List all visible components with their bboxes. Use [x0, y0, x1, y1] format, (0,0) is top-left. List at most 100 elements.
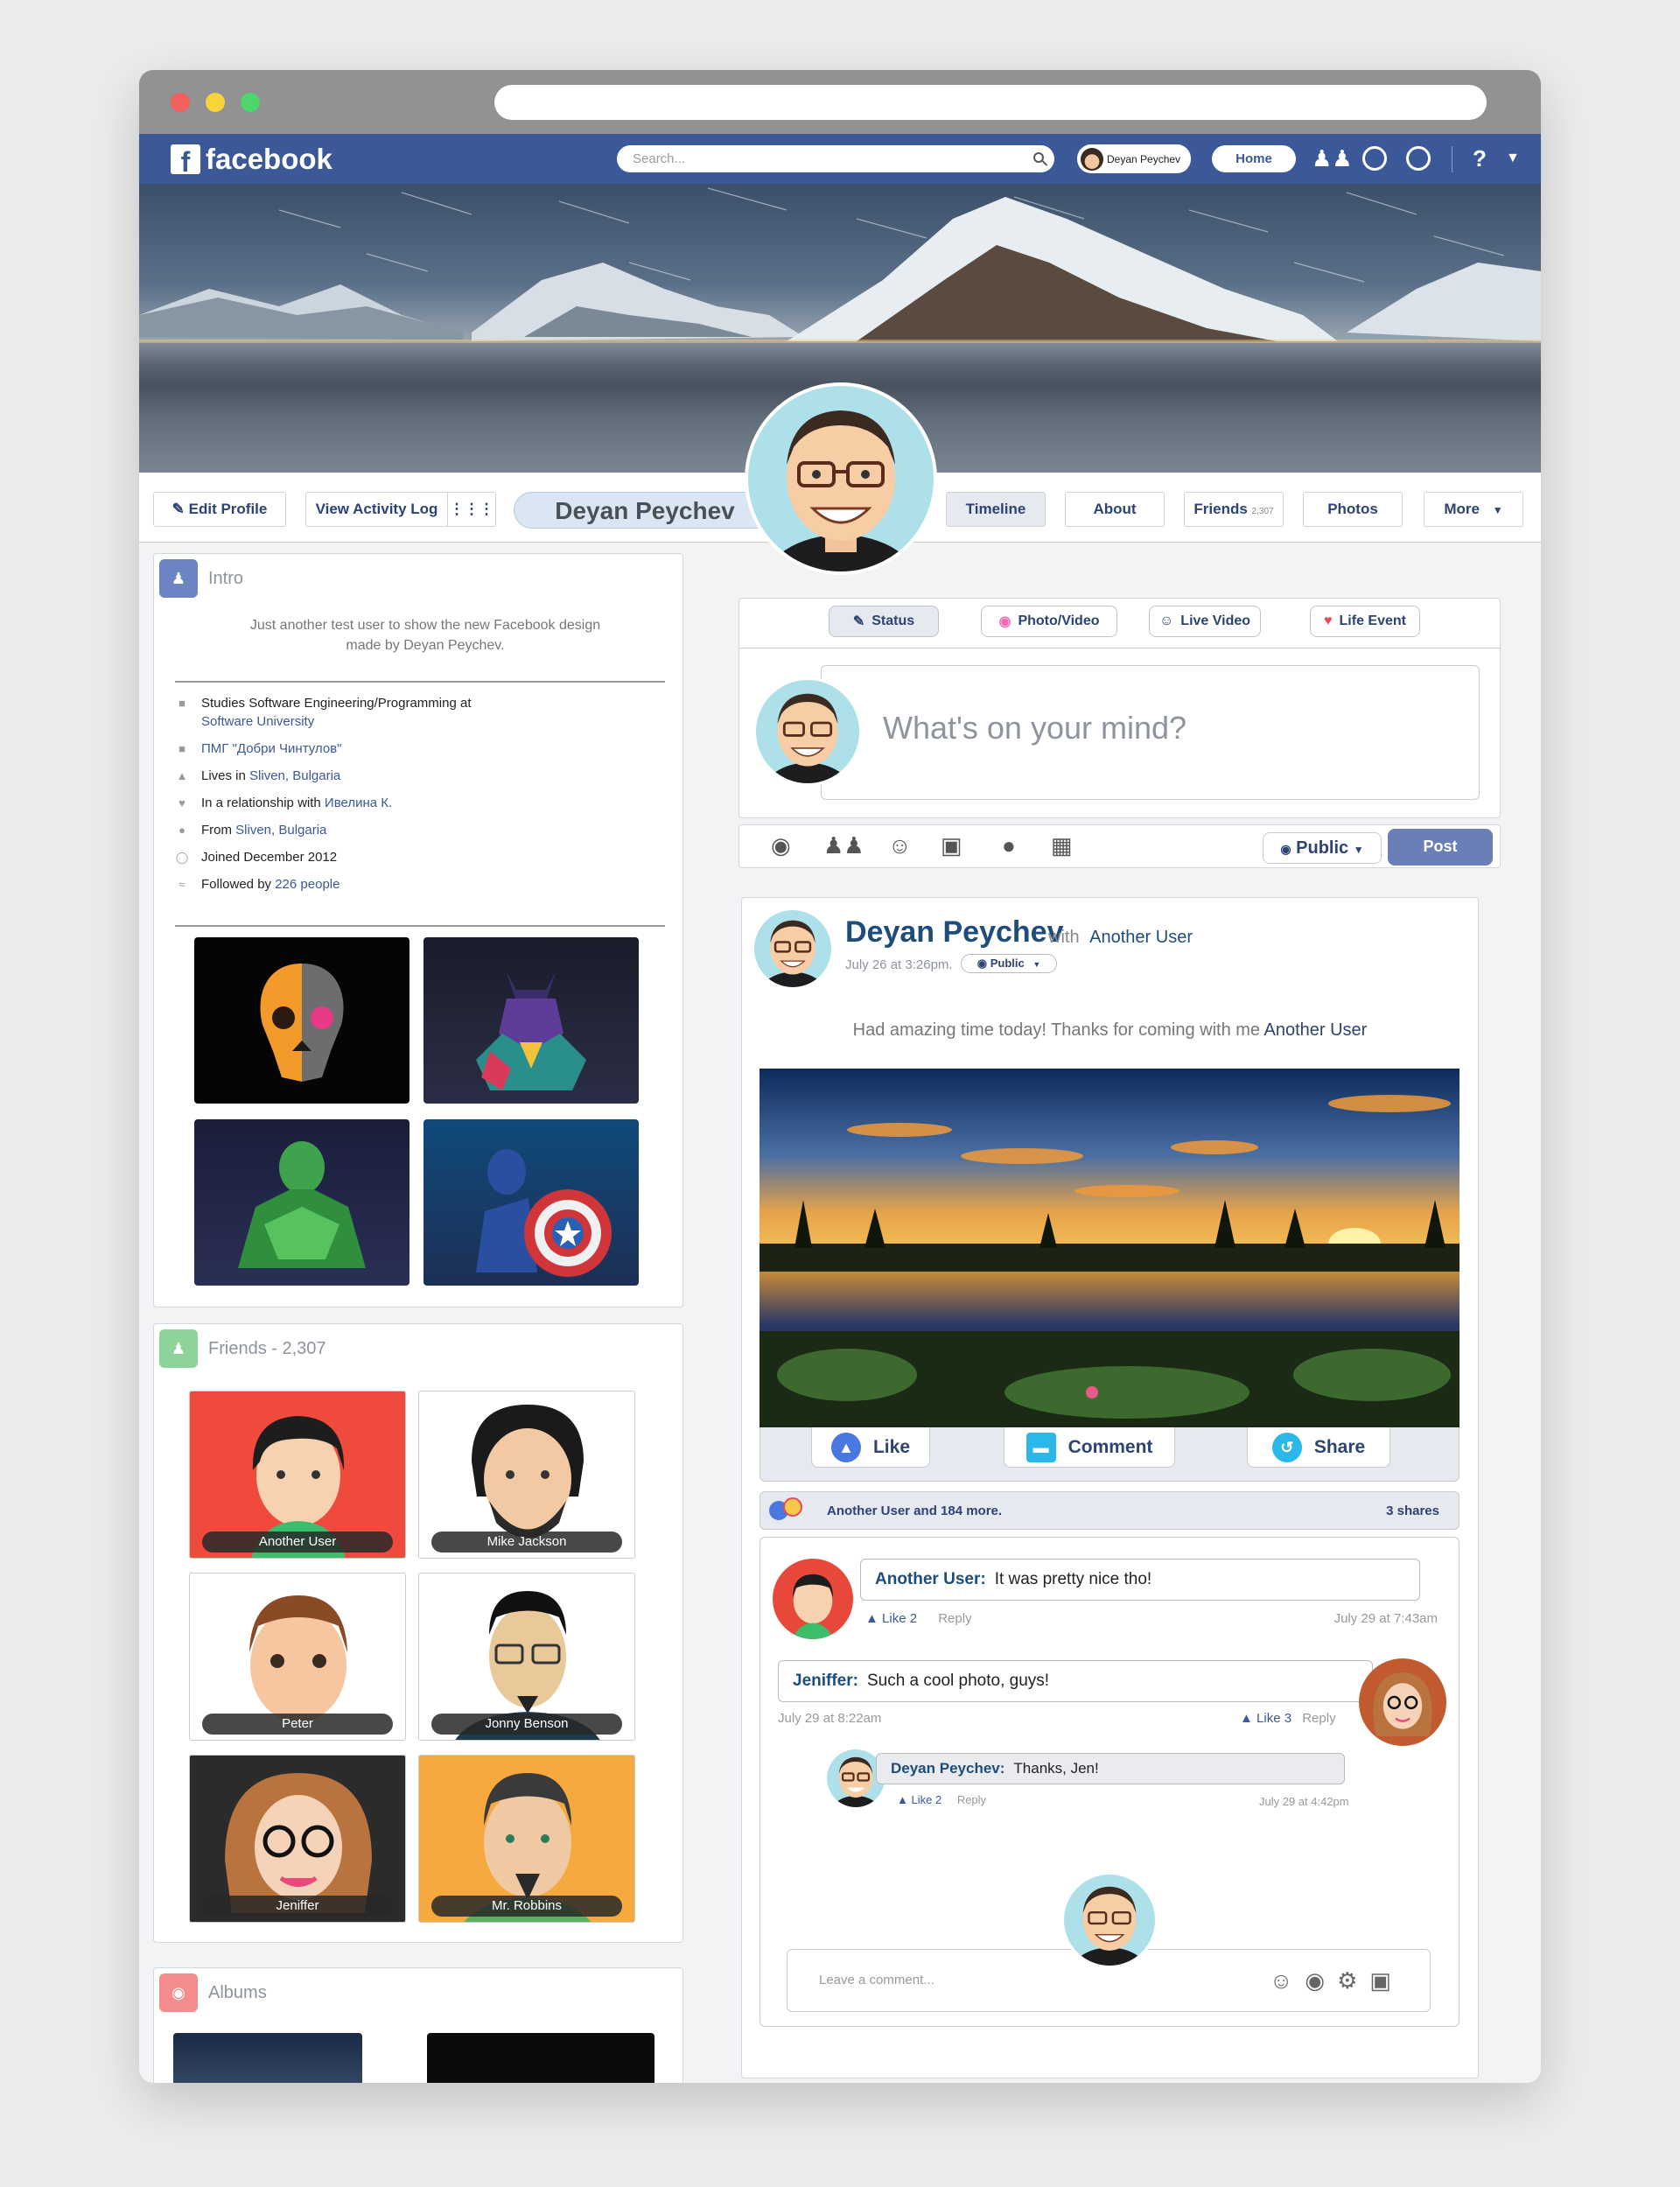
tab-photos[interactable]: Photos	[1303, 492, 1403, 527]
maximize-window-dot[interactable]	[241, 93, 260, 112]
graduation-cap-icon: ■	[178, 742, 186, 755]
friend-tile[interactable]: Mr. Robbins	[418, 1755, 635, 1923]
close-window-dot[interactable]	[171, 93, 190, 112]
album-thumbnail[interactable]	[173, 2033, 362, 2083]
comment-author[interactable]: Deyan Peychev:	[891, 1760, 1004, 1777]
reply-button[interactable]: Reply	[938, 1611, 971, 1626]
shares-count[interactable]: 3 shares	[1386, 1504, 1439, 1518]
live-video-button[interactable]: ☺ Live Video	[1149, 606, 1261, 637]
messenger-icon[interactable]	[1362, 146, 1387, 171]
tag-friends-icon[interactable]: ♟♟	[823, 832, 864, 859]
like-count-button[interactable]: ▲ Like 3	[1240, 1711, 1292, 1726]
cartoon-face-icon	[761, 920, 824, 987]
comment-label: Comment	[1068, 1436, 1153, 1457]
facebook-wordmark: facebook	[206, 143, 332, 175]
post-date[interactable]: July 26 at 3:26pm.	[845, 957, 953, 972]
feeling-emoji-icon[interactable]: ☺	[888, 832, 912, 859]
privacy-selector[interactable]: ◉ Public ▼	[1263, 832, 1382, 864]
reactions-summary[interactable]: Another User and 184 more. 3 shares	[760, 1491, 1460, 1530]
friend-tile[interactable]: Mike Jackson	[418, 1391, 635, 1559]
friend-tile[interactable]: Peter	[189, 1573, 406, 1741]
composer-toolbar: ◉ ♟♟ ☺ ▣ ● ▦ ◉ Public ▼ Post	[738, 824, 1501, 868]
tab-more[interactable]: More ▼	[1424, 492, 1523, 527]
share-button[interactable]: ↺ Share	[1247, 1427, 1390, 1468]
post-author[interactable]: Deyan Peychev	[845, 915, 1064, 950]
fact-link[interactable]: ПМГ "Добри Чинтулов"	[201, 740, 341, 758]
browser-window: f facebook Search... Deyan Peychev Home …	[139, 70, 1541, 2083]
rss-icon: ≈	[178, 878, 186, 891]
albums-title[interactable]: Albums	[208, 1983, 267, 2003]
photo-icon[interactable]: ▣	[941, 832, 962, 859]
friends-title[interactable]: Friends - 2,307	[208, 1339, 326, 1359]
fact-link[interactable]: Sliven, Bulgaria	[235, 823, 326, 838]
like-count-button[interactable]: ▲ Like 2	[897, 1793, 942, 1806]
tab-friends[interactable]: Friends 2,307	[1184, 492, 1284, 527]
post-photo[interactable]	[760, 1069, 1460, 1427]
calendar-icon[interactable]: ▦	[1051, 832, 1073, 859]
fact-link[interactable]: Software University	[201, 714, 314, 729]
fact-link[interactable]: 226 people	[275, 877, 340, 892]
featured-photo-hulk[interactable]	[194, 1119, 410, 1286]
tab-timeline[interactable]: Timeline	[946, 492, 1046, 527]
post-privacy-selector[interactable]: ◉ Public ▼	[961, 954, 1057, 973]
profile-avatar[interactable]	[745, 382, 937, 575]
like-button[interactable]: ▲ Like	[811, 1427, 930, 1468]
avatar[interactable]	[1061, 1872, 1158, 1968]
post-button[interactable]: Post	[1388, 829, 1493, 866]
photo-video-button[interactable]: ◉ Photo/Video	[981, 606, 1117, 637]
reply-button[interactable]: Reply	[1302, 1711, 1335, 1726]
featured-photo-batman[interactable]	[424, 937, 639, 1104]
view-activity-log-button[interactable]: View Activity Log	[305, 492, 447, 527]
notifications-globe-icon[interactable]	[1406, 146, 1431, 171]
sticker-icon[interactable]: ▣	[1369, 1967, 1404, 1994]
avatar[interactable]	[753, 677, 862, 786]
edit-profile-button[interactable]: ✎ Edit Profile	[153, 492, 286, 527]
album-thumbnail[interactable]	[427, 2033, 654, 2083]
camera-icon[interactable]: ◉	[771, 832, 791, 859]
search-input[interactable]: Search...	[617, 145, 1054, 172]
like-count-button[interactable]: ▲ Like 2	[865, 1611, 917, 1626]
albums-card: ◉ Albums	[153, 1967, 683, 2083]
friend-tile[interactable]: Jonny Benson	[418, 1573, 635, 1741]
comment-author[interactable]: Jeniffer:	[793, 1672, 858, 1691]
status-button[interactable]: ✎ Status	[829, 606, 939, 637]
fact-text: From	[201, 823, 236, 838]
featured-photo-captain-america[interactable]	[424, 1119, 639, 1286]
fact-link[interactable]: Ивелина К.	[325, 796, 392, 810]
tagged-user-link[interactable]: Another User	[1264, 1020, 1368, 1040]
search-icon[interactable]	[1033, 152, 1044, 163]
friend-tile[interactable]: Jeniffer	[189, 1755, 406, 1923]
address-bar[interactable]	[494, 85, 1487, 120]
whats-on-your-mind-input[interactable]: What's on your mind?	[821, 665, 1480, 800]
featured-photo-skull[interactable]	[194, 937, 410, 1104]
comment-button[interactable]: ▬ Comment	[1004, 1427, 1175, 1468]
comment-author[interactable]: Another User:	[875, 1570, 986, 1589]
facebook-logo[interactable]: f facebook	[171, 143, 332, 178]
minimize-window-dot[interactable]	[206, 93, 225, 112]
comment-date: July 29 at 8:22am	[778, 1711, 882, 1726]
avatar[interactable]	[773, 1559, 853, 1639]
comment-text: It was pretty nice tho!	[994, 1570, 1152, 1588]
life-event-button[interactable]: ♥ Life Event	[1310, 606, 1420, 637]
help-icon[interactable]: ?	[1473, 146, 1487, 171]
gif-icon[interactable]: ⚙	[1337, 1967, 1369, 1994]
location-pin-icon[interactable]: ●	[1002, 832, 1016, 859]
friend-requests-icon[interactable]: ♟♟	[1312, 146, 1353, 171]
grid-menu-icon[interactable]: ⋮⋮⋮	[447, 492, 496, 527]
avatar[interactable]	[1359, 1658, 1446, 1746]
chevron-down-icon[interactable]: ▼	[1506, 146, 1520, 171]
tagged-user-link[interactable]: Another User	[1089, 928, 1193, 947]
camera-icon[interactable]: ◉	[1305, 1967, 1337, 1994]
emoji-icon[interactable]: ☺	[1270, 1967, 1306, 1994]
heart-icon: ♥	[178, 796, 186, 810]
fact-text: Joined December 2012	[201, 850, 338, 865]
friend-name: Another User	[202, 1532, 393, 1553]
reply-button[interactable]: Reply	[957, 1793, 986, 1806]
home-button[interactable]: Home	[1212, 145, 1296, 172]
avatar[interactable]	[754, 910, 831, 987]
tab-about[interactable]: About	[1065, 492, 1165, 527]
live-video-label: Live Video	[1180, 613, 1251, 628]
user-profile-chip[interactable]: Deyan Peychev	[1077, 144, 1191, 173]
friend-tile[interactable]: Another User	[189, 1391, 406, 1559]
fact-link[interactable]: Sliven, Bulgaria	[249, 768, 340, 783]
